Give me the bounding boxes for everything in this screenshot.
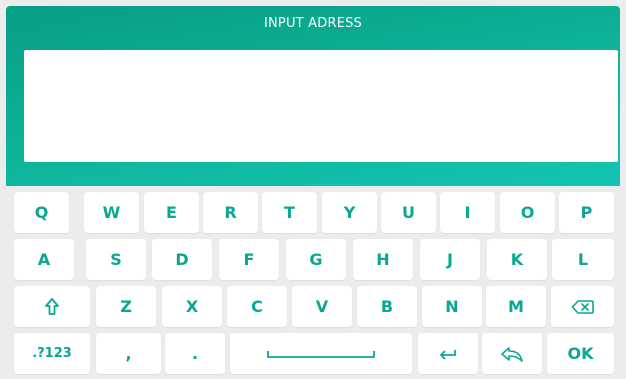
key-l[interactable]: L [552, 239, 614, 280]
period-key[interactable]: . [165, 333, 225, 374]
address-input-screen: INPUT ADRESS Q W E R T Y U I O P A S D F… [0, 0, 626, 379]
back-icon [501, 346, 523, 362]
space-icon [267, 350, 375, 358]
address-input-field[interactable] [24, 50, 618, 162]
key-u[interactable]: U [381, 192, 436, 233]
page-title: INPUT ADRESS [263, 16, 363, 31]
header: INPUT ADRESS [6, 6, 620, 186]
shift-icon [45, 297, 59, 315]
key-j[interactable]: J [420, 239, 480, 280]
key-g[interactable]: G [286, 239, 346, 280]
key-t[interactable]: T [262, 192, 317, 233]
key-o[interactable]: O [500, 192, 555, 233]
key-v[interactable]: V [292, 286, 352, 327]
back-key[interactable] [482, 333, 542, 374]
key-i[interactable]: I [440, 192, 495, 233]
comma-key[interactable]: , [96, 333, 161, 374]
backspace-key[interactable] [551, 286, 614, 327]
key-r[interactable]: R [203, 192, 258, 233]
key-a[interactable]: A [14, 239, 74, 280]
key-d[interactable]: D [152, 239, 212, 280]
symbols-key[interactable]: .?123 [14, 333, 90, 374]
key-n[interactable]: N [422, 286, 482, 327]
key-p[interactable]: P [559, 192, 614, 233]
key-x[interactable]: X [162, 286, 222, 327]
ok-key[interactable]: OK [547, 333, 614, 374]
key-h[interactable]: H [353, 239, 413, 280]
backspace-icon [571, 299, 594, 314]
key-e[interactable]: E [144, 192, 199, 233]
on-screen-keyboard: Q W E R T Y U I O P A S D F G H J K L Z … [6, 186, 620, 376]
key-f[interactable]: F [219, 239, 279, 280]
key-k[interactable]: K [487, 239, 547, 280]
key-m[interactable]: M [486, 286, 546, 327]
enter-icon [440, 349, 456, 360]
key-z[interactable]: Z [96, 286, 156, 327]
key-c[interactable]: C [227, 286, 287, 327]
key-s[interactable]: S [86, 239, 146, 280]
key-b[interactable]: B [357, 286, 417, 327]
key-w[interactable]: W [84, 192, 139, 233]
enter-key[interactable] [418, 333, 478, 374]
space-key[interactable] [230, 333, 412, 374]
key-q[interactable]: Q [14, 192, 69, 233]
key-y[interactable]: Y [322, 192, 377, 233]
shift-key[interactable] [14, 286, 90, 327]
